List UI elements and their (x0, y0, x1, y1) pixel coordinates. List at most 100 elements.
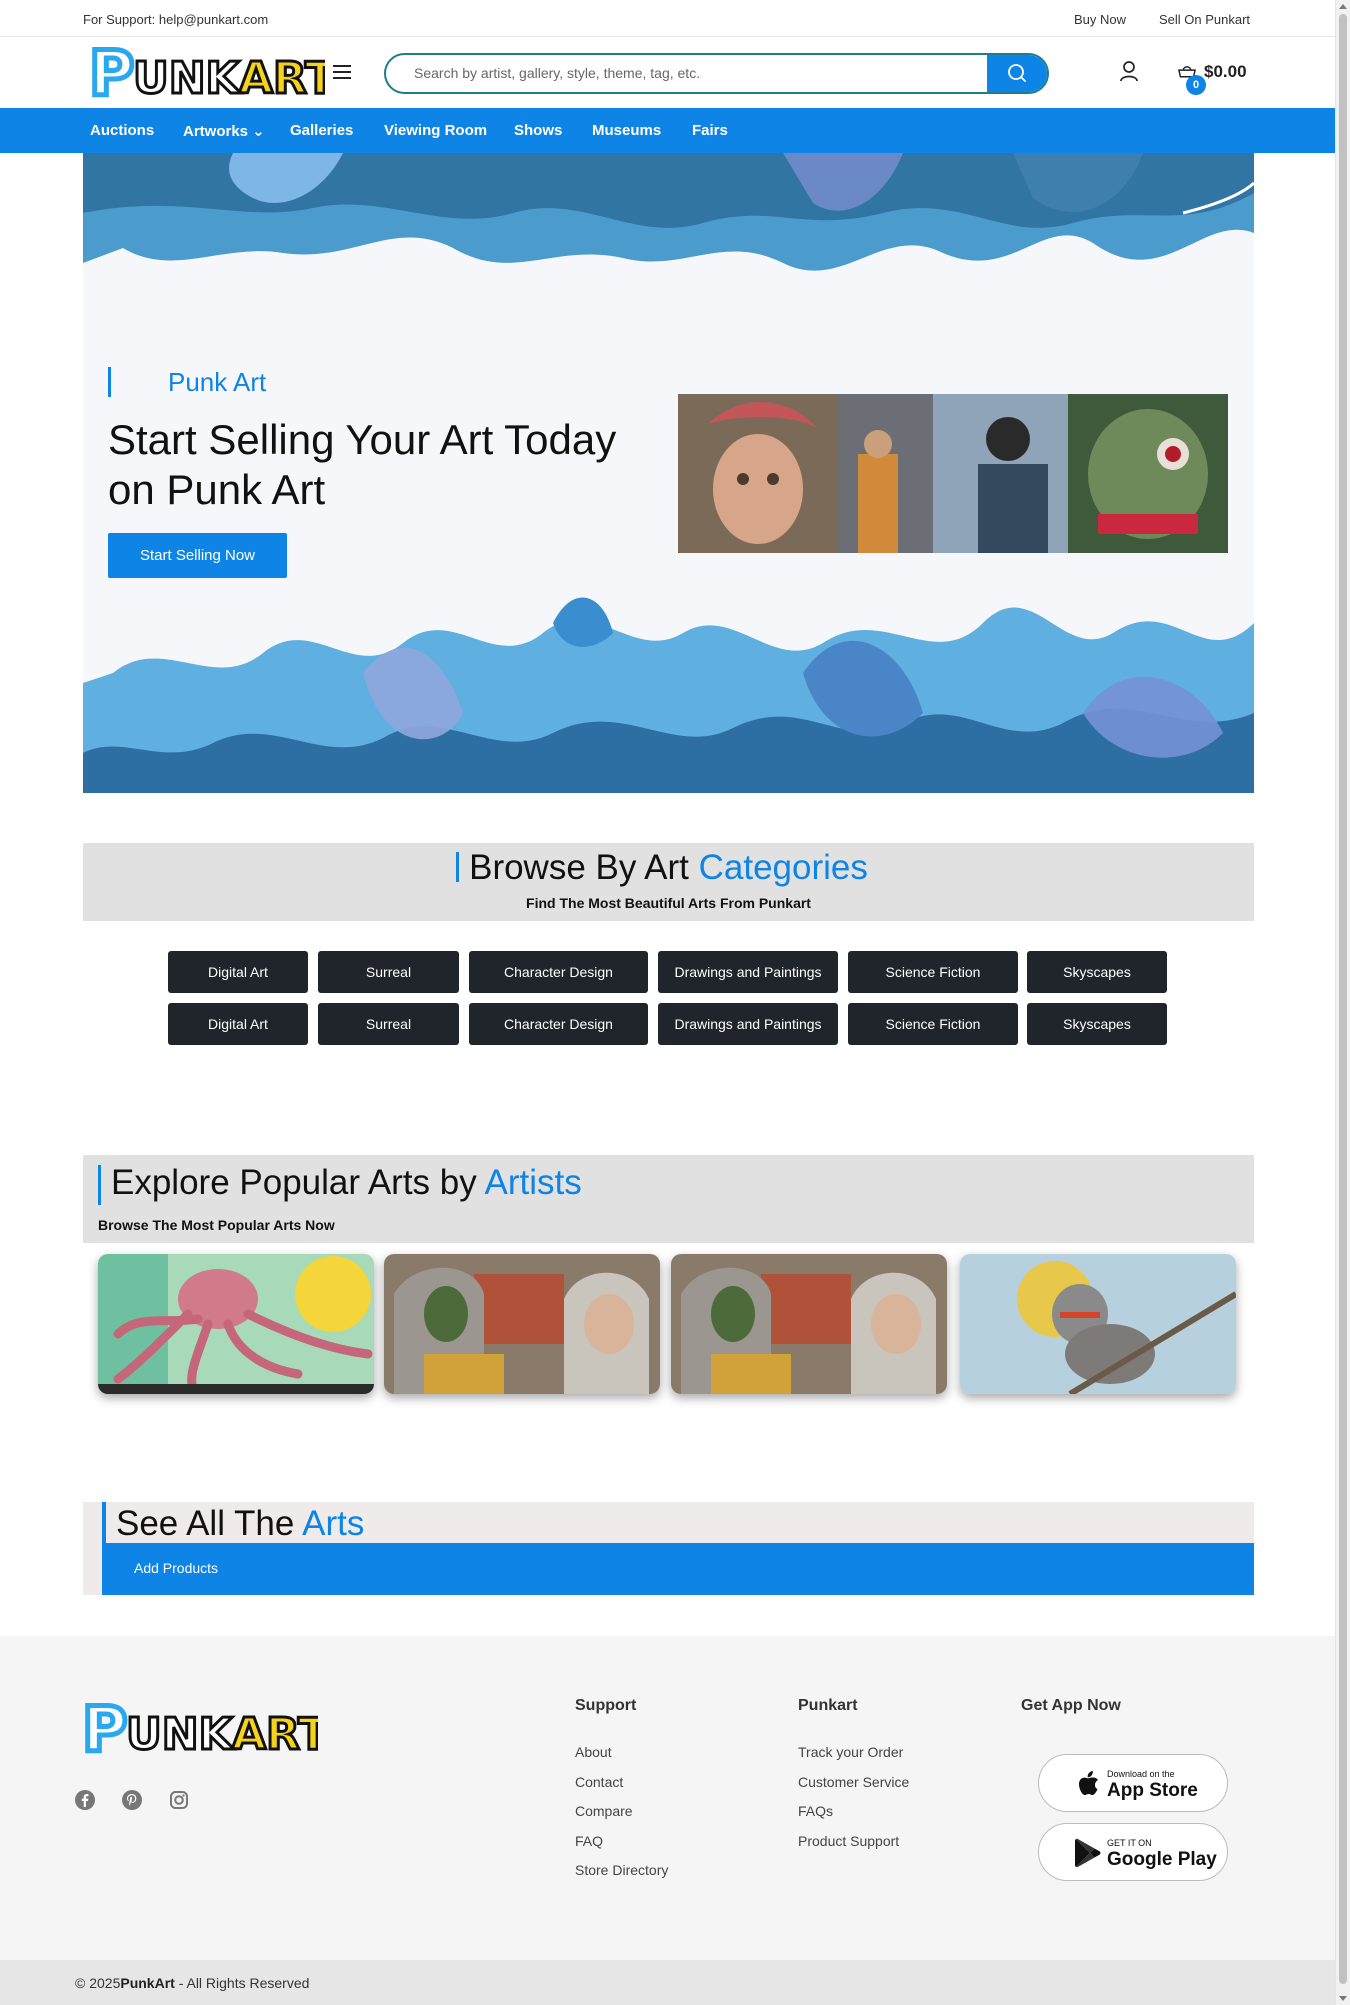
monkey-painting-image (960, 1254, 1236, 1394)
footer-link-faq[interactable]: FAQ (575, 1833, 603, 1849)
artists-title: Explore Popular Arts by Artists (111, 1163, 582, 1203)
top-bar: For Support: help@punkart.com Buy Now Se… (0, 0, 1335, 37)
categories-title-accent: Categories (698, 848, 868, 887)
buy-now-link[interactable]: Buy Now (1074, 12, 1126, 27)
scroll-up-arrow-icon[interactable] (1339, 4, 1347, 9)
page-scrollbar[interactable] (1335, 0, 1350, 2005)
artwork-card[interactable] (384, 1254, 660, 1394)
categories-title-main: Browse By Art (469, 848, 699, 887)
see-all-title-main: See All The (116, 1504, 303, 1543)
hero-title: Start Selling Your Art Today on Punk Art (108, 416, 617, 513)
footer-link-product-support[interactable]: Product Support (798, 1833, 899, 1849)
category-button[interactable]: Character Design (469, 951, 648, 993)
categories-header: Browse By Art Categories Find The Most B… (83, 843, 1254, 921)
svg-text:P: P (89, 41, 134, 99)
category-button[interactable]: Science Fiction (848, 1003, 1018, 1045)
category-button[interactable]: Digital Art (168, 951, 308, 993)
footer-punkart-logo[interactable]: P UNK ART (82, 1696, 318, 1756)
footer-link-about[interactable]: About (575, 1744, 612, 1760)
nav-galleries[interactable]: Galleries (290, 122, 353, 139)
instagram-icon[interactable] (168, 1789, 190, 1811)
category-button[interactable]: Skyscapes (1027, 1003, 1167, 1045)
copyright-suffix: - All Rights Reserved (174, 1975, 310, 1991)
facebook-icon[interactable] (74, 1789, 96, 1811)
footer: P UNK ART Support About Contact Compare … (0, 1636, 1335, 1960)
punkart-logo[interactable]: P UNK ART (89, 41, 325, 99)
scrollbar-thumb[interactable] (1339, 14, 1347, 1984)
add-products-tab[interactable]: Add Products (106, 1543, 1254, 1595)
nav-fairs[interactable]: Fairs (692, 122, 728, 139)
artwork-card[interactable] (960, 1254, 1236, 1394)
cart-total[interactable]: $0.00 (1204, 62, 1247, 82)
footer-link-faqs[interactable]: FAQs (798, 1803, 833, 1819)
main-nav: Auctions Artworks ⌄ Galleries Viewing Ro… (0, 108, 1335, 153)
hero-art-collage-image (678, 394, 1228, 553)
add-products-label: Add Products (134, 1560, 219, 1576)
svg-text:ART: ART (232, 1709, 318, 1756)
google-play-big-text: Google Play (1107, 1849, 1217, 1870)
artwork-card[interactable] (98, 1254, 374, 1394)
see-all-title-accent: Arts (302, 1504, 365, 1543)
artists-title-main: Explore Popular Arts by (111, 1163, 485, 1202)
support-column-title: Support (575, 1697, 637, 1714)
sell-on-punkart-link[interactable]: Sell On Punkart (1159, 12, 1250, 27)
search-button[interactable] (987, 55, 1047, 92)
start-selling-button[interactable]: Start Selling Now (108, 533, 287, 578)
artists-subtitle: Browse The Most Popular Arts Now (98, 1217, 335, 1233)
pinterest-icon[interactable] (121, 1789, 143, 1811)
nav-museums[interactable]: Museums (592, 122, 661, 139)
search-icon (1008, 64, 1026, 82)
octopus-painting-image (98, 1254, 374, 1394)
categories-subtitle: Find The Most Beautiful Arts From Punkar… (526, 895, 811, 911)
footer-link-track-order[interactable]: Track your Order (798, 1744, 903, 1760)
svg-text:ART: ART (239, 53, 325, 99)
category-button[interactable]: Drawings and Paintings (658, 1003, 838, 1045)
copyright-prefix: © 2025 (75, 1975, 121, 1991)
page: For Support: help@punkart.com Buy Now Se… (0, 0, 1335, 2005)
artists-title-accent: Artists (484, 1163, 582, 1202)
support-email[interactable]: For Support: help@punkart.com (83, 12, 268, 27)
cart-count-badge: 0 (1186, 75, 1206, 95)
nav-shows[interactable]: Shows (514, 122, 562, 139)
footer-link-customer-service[interactable]: Customer Service (798, 1774, 909, 1790)
see-all-section: See All The Arts Add Products (83, 1502, 1254, 1595)
copyright-brand[interactable]: PunkArt (120, 1975, 174, 1991)
artwork-card[interactable] (671, 1254, 947, 1394)
nav-artworks[interactable]: Artworks ⌄ (183, 122, 265, 140)
copyright-text: © 2025PunkArt - All Rights Reserved (75, 1975, 309, 1991)
footer-link-store-directory[interactable]: Store Directory (575, 1862, 668, 1878)
nav-auctions[interactable]: Auctions (90, 122, 154, 139)
see-all-title: See All The Arts (116, 1504, 364, 1544)
artists-accent-bar (98, 1165, 101, 1205)
svg-text:P: P (82, 1696, 127, 1756)
category-button[interactable]: Digital Art (168, 1003, 308, 1045)
user-account-icon[interactable] (1118, 60, 1140, 82)
nav-viewing-room[interactable]: Viewing Room (384, 122, 487, 139)
eyebrow-accent-bar (108, 367, 111, 397)
footer-link-compare[interactable]: Compare (575, 1803, 633, 1819)
get-app-column-title: Get App Now (1021, 1697, 1121, 1714)
hero-eyebrow: Punk Art (168, 367, 267, 397)
app-store-big-text: App Store (1107, 1780, 1198, 1801)
category-button[interactable]: Surreal (318, 951, 459, 993)
category-button[interactable]: Drawings and Paintings (658, 951, 838, 993)
lizard-portrait-painting-image (384, 1254, 660, 1394)
search-input[interactable] (414, 65, 974, 81)
punkart-column-title: Punkart (798, 1697, 858, 1714)
category-button[interactable]: Surreal (318, 1003, 459, 1045)
google-play-button[interactable]: GET IT ON Google Play (1038, 1823, 1228, 1881)
app-store-small-text: Download on the (1107, 1769, 1175, 1779)
category-button[interactable]: Skyscapes (1027, 951, 1167, 993)
category-button[interactable]: Science Fiction (848, 951, 1018, 993)
search-bar (384, 53, 1049, 94)
hero-banner: Punk Art Start Selling Your Art Today on… (83, 153, 1254, 793)
apple-icon (1079, 1771, 1098, 1795)
app-store-button[interactable]: Download on the App Store (1038, 1754, 1228, 1812)
svg-text:UNK: UNK (126, 1709, 235, 1756)
hamburger-menu-icon[interactable] (333, 65, 351, 79)
categories-title: Browse By Art Categories (83, 848, 1254, 888)
category-row-2: Digital Art Surreal Character Design Dra… (0, 1003, 1335, 1045)
category-button[interactable]: Character Design (469, 1003, 648, 1045)
footer-link-contact[interactable]: Contact (575, 1774, 623, 1790)
scroll-down-arrow-icon[interactable] (1339, 1996, 1347, 2001)
